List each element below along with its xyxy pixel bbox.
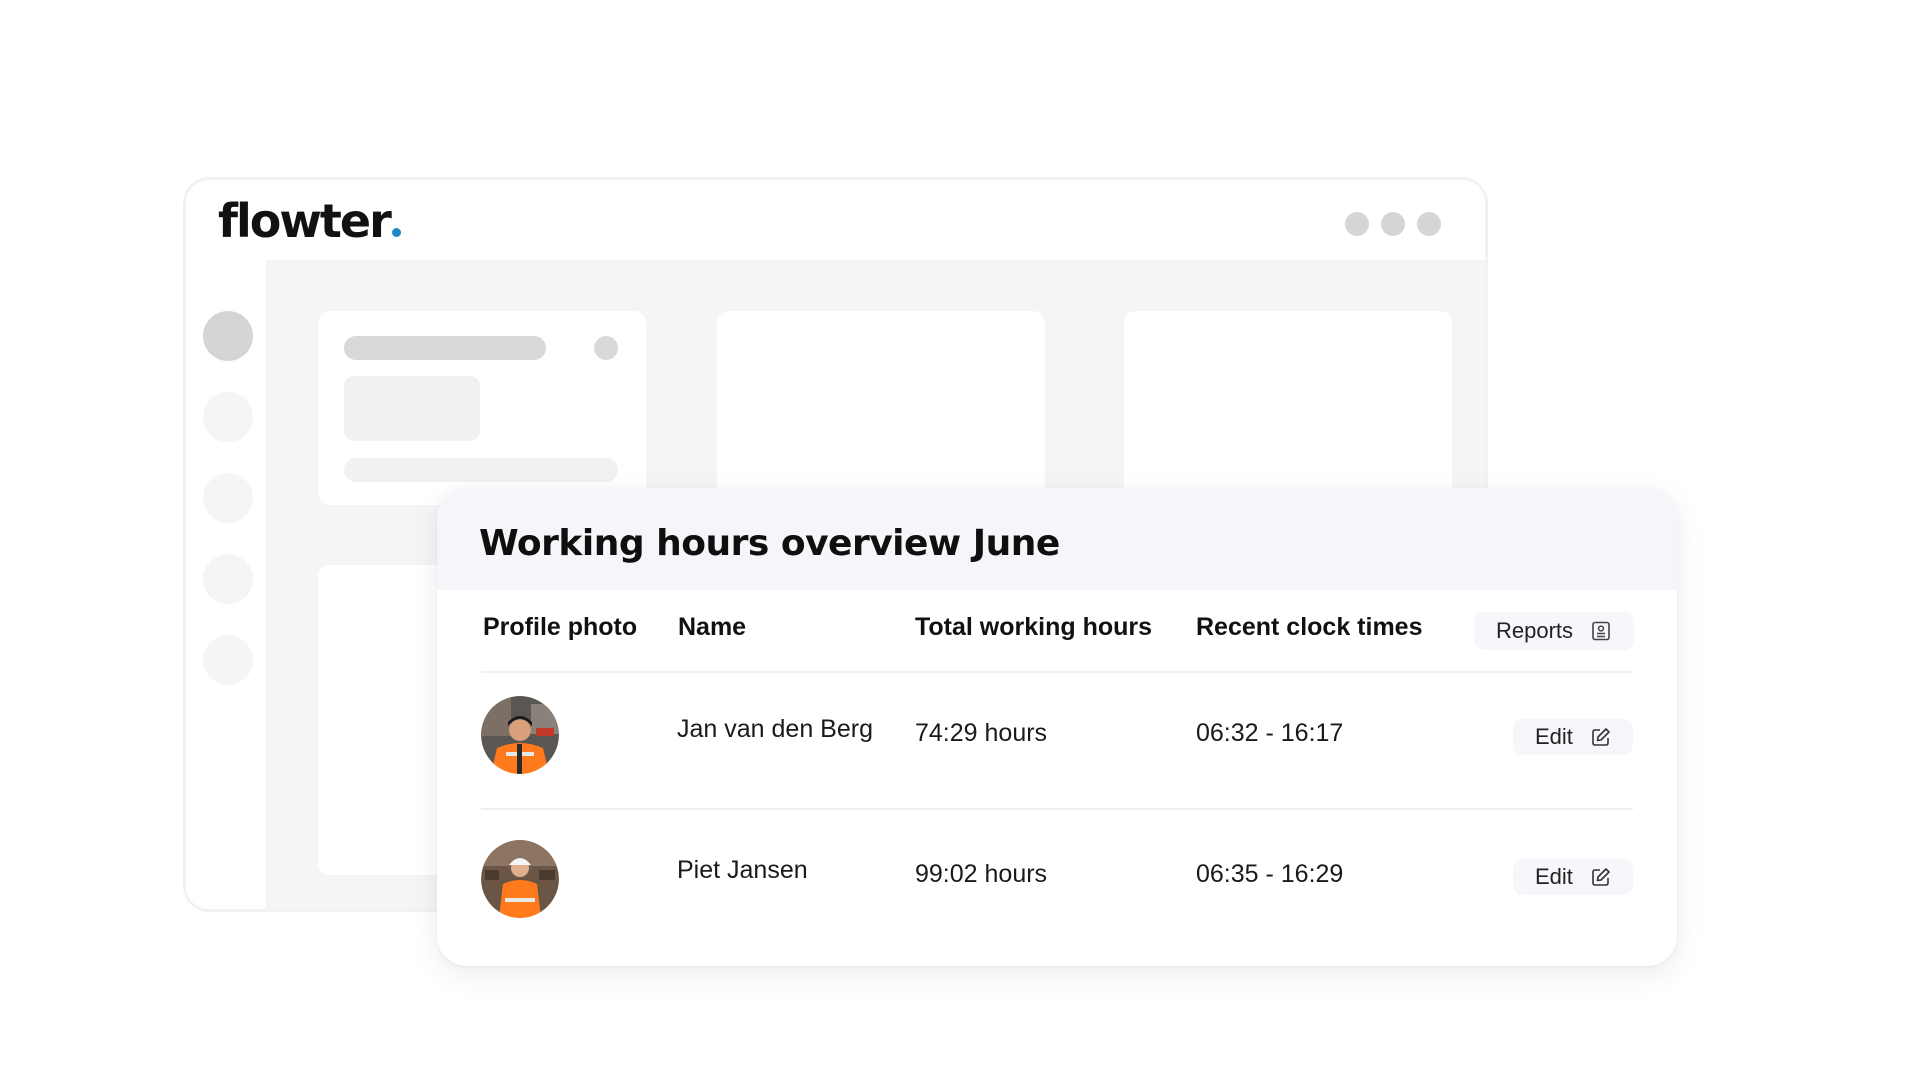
edit-label: Edit	[1535, 864, 1573, 889]
sidebar	[186, 260, 266, 909]
reports-label: Reports	[1496, 618, 1574, 643]
column-header-total-hours: Total working hours	[915, 613, 1153, 641]
placeholder-card	[1124, 311, 1452, 505]
working-hours-panel: Working hours overview June Profile phot…	[437, 488, 1677, 966]
row-divider	[481, 808, 1633, 810]
profile-photo-jan	[481, 696, 559, 774]
panel-title: Working hours overview June	[479, 523, 1060, 564]
sidebar-item[interactable]	[203, 554, 253, 604]
total-hours: 99:02 hours	[915, 860, 1048, 888]
edit-button[interactable]: Edit	[1513, 719, 1633, 755]
clock-times: 06:35 - 16:29	[1196, 860, 1344, 888]
placeholder-card	[318, 311, 646, 505]
reports-button[interactable]: Reports	[1474, 612, 1634, 650]
edit-button[interactable]: Edit	[1513, 859, 1633, 895]
window-control-dot[interactable]	[1345, 212, 1369, 236]
placeholder-line	[344, 458, 618, 482]
edit-pencil-icon	[1592, 728, 1610, 746]
window-controls	[1345, 212, 1441, 236]
avatar[interactable]	[481, 840, 559, 918]
window-control-dot[interactable]	[1381, 212, 1405, 236]
window-control-dot[interactable]	[1417, 212, 1441, 236]
employee-name[interactable]: Piet Jansen	[677, 855, 808, 885]
logo-dot	[391, 228, 401, 237]
placeholder-bar	[344, 336, 546, 360]
sidebar-item-active[interactable]	[203, 311, 253, 361]
avatar[interactable]	[481, 696, 559, 774]
stage: flowter Working hours overview June Prof…	[0, 0, 1920, 1080]
clock-times: 06:32 - 16:17	[1196, 719, 1344, 747]
sidebar-item[interactable]	[203, 473, 253, 523]
placeholder-block	[344, 376, 480, 441]
column-header-name: Name	[678, 613, 747, 641]
profile-photo-piet	[481, 840, 559, 918]
row-divider	[481, 671, 1633, 673]
employee-name[interactable]: Jan van den Berg	[677, 714, 873, 744]
window-titlebar: flowter	[186, 180, 1485, 260]
sidebar-item[interactable]	[203, 635, 253, 685]
edit-pencil-icon	[1592, 868, 1610, 886]
column-header-profile-photo: Profile photo	[483, 613, 638, 641]
placeholder-dot	[594, 336, 618, 360]
logo-text: flowter	[218, 194, 392, 248]
sidebar-item[interactable]	[203, 392, 253, 442]
panel-header: Working hours overview June	[437, 488, 1677, 590]
total-hours: 74:29 hours	[915, 719, 1048, 747]
edit-label: Edit	[1535, 724, 1573, 749]
column-header-clock-times: Recent clock times	[1196, 613, 1423, 641]
report-document-icon	[1592, 621, 1610, 641]
placeholder-card	[717, 311, 1045, 505]
flowter-logo[interactable]: flowter	[218, 198, 401, 244]
